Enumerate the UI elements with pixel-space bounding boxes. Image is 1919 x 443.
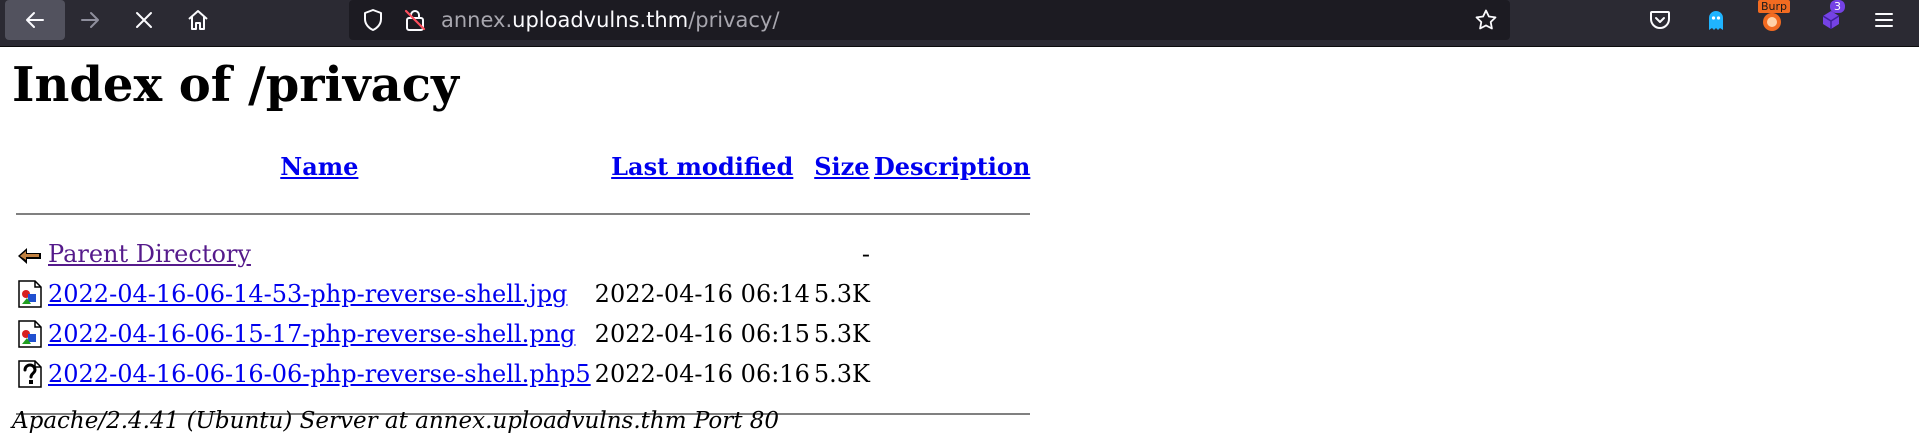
pocket-glyph-icon bbox=[1650, 11, 1670, 29]
file-link[interactable]: 2022-04-16-06-14-53-php-reverse-shell.jp… bbox=[48, 280, 567, 308]
row-modified-cell: 2022-04-16 06:15 bbox=[594, 320, 810, 348]
burp-label: Burp bbox=[1758, 0, 1791, 13]
home-button[interactable] bbox=[168, 0, 228, 40]
sort-by-name-link[interactable]: Name bbox=[280, 152, 358, 181]
sort-by-last-modified-link[interactable]: Last modified bbox=[611, 152, 793, 181]
insecure-lock-icon[interactable] bbox=[403, 8, 427, 32]
menu-lines-icon bbox=[1875, 13, 1893, 27]
stop-loading-button[interactable] bbox=[114, 0, 174, 40]
row-size-cell: - bbox=[861, 240, 870, 268]
back-arrow-icon bbox=[26, 12, 44, 28]
browser-toolbar: annex.uploadvulns.thm/privacy/ Burp 3 bbox=[0, 0, 1919, 47]
header-icon-cell bbox=[16, 152, 44, 192]
row-description-cell bbox=[874, 276, 1030, 312]
separator-row bbox=[16, 196, 1031, 232]
image-file-icon bbox=[18, 280, 42, 308]
row-icon-cell bbox=[16, 276, 44, 312]
bookmark-star-icon[interactable] bbox=[1474, 8, 1498, 32]
url-text[interactable]: annex.uploadvulns.thm/privacy/ bbox=[441, 0, 779, 40]
image-file-icon bbox=[18, 320, 42, 348]
row-size-cell: 5.3K bbox=[813, 280, 870, 308]
address-bar[interactable]: annex.uploadvulns.thm/privacy/ bbox=[349, 0, 1510, 40]
sort-by-description-link[interactable]: Description bbox=[874, 152, 1030, 181]
url-prefix: annex. bbox=[441, 8, 513, 32]
row-name-cell: 2022-04-16-06-14-53-php-reverse-shell.jp… bbox=[48, 276, 591, 312]
directory-listing-table: Name Last modified Size Description Pare… bbox=[12, 148, 1034, 436]
server-signature: Apache/2.4.41 (Ubuntu) Server at annex.u… bbox=[12, 408, 780, 434]
header-last-modified: Last modified bbox=[595, 152, 810, 192]
row-modified-cell: 2022-04-16 06:14 bbox=[594, 280, 810, 308]
ghostery-extension-icon[interactable] bbox=[1700, 4, 1732, 36]
separator-cell bbox=[16, 196, 1031, 232]
row-name-cell: 2022-04-16-06-15-17-php-reverse-shell.pn… bbox=[48, 316, 591, 352]
forward-arrow-icon bbox=[81, 12, 99, 28]
row-description-cell bbox=[874, 356, 1030, 392]
row-description-cell bbox=[874, 236, 1030, 272]
unknown-file-icon bbox=[18, 360, 42, 388]
table-row: 2022-04-16-06-14-53-php-reverse-shell.jp… bbox=[16, 276, 1030, 312]
row-size-cell: 5.3K bbox=[813, 360, 870, 388]
close-icon bbox=[136, 12, 152, 28]
separator-line bbox=[16, 213, 1031, 215]
row-description-cell bbox=[874, 316, 1030, 352]
file-link[interactable]: 2022-04-16-06-16-06-php-reverse-shell.ph… bbox=[48, 360, 591, 388]
row-icon-cell bbox=[16, 236, 44, 272]
parent-directory-link[interactable]: Parent Directory bbox=[48, 240, 251, 268]
home-icon bbox=[188, 10, 208, 30]
extension-badge-count: 3 bbox=[1830, 0, 1845, 13]
header-row: Name Last modified Size Description bbox=[16, 152, 1030, 192]
header-name: Name bbox=[48, 152, 591, 192]
row-name-cell: Parent Directory bbox=[48, 236, 591, 272]
page-title: Index of /privacy bbox=[12, 57, 459, 113]
row-modified-cell bbox=[595, 236, 810, 272]
back-button[interactable] bbox=[5, 0, 65, 40]
forward-button[interactable] bbox=[60, 0, 120, 40]
row-name-cell: 2022-04-16-06-16-06-php-reverse-shell.ph… bbox=[48, 356, 591, 392]
table-row: 2022-04-16-06-15-17-php-reverse-shell.pn… bbox=[16, 316, 1030, 352]
back-arrow-icon bbox=[18, 248, 41, 264]
tracking-protection-shield-icon[interactable] bbox=[361, 8, 385, 32]
table-row: Parent Directory - bbox=[16, 236, 1030, 272]
ghost-icon bbox=[1709, 11, 1723, 30]
hamburger-menu-icon[interactable] bbox=[1868, 4, 1900, 36]
file-link[interactable]: 2022-04-16-06-15-17-php-reverse-shell.pn… bbox=[48, 320, 575, 348]
row-modified-cell: 2022-04-16 06:16 bbox=[594, 360, 810, 388]
row-icon-cell bbox=[16, 316, 44, 352]
header-description: Description bbox=[874, 152, 1030, 192]
header-size: Size bbox=[814, 152, 870, 192]
sort-by-size-link[interactable]: Size bbox=[814, 152, 869, 181]
row-icon-cell bbox=[16, 356, 44, 392]
table-row: 2022-04-16-06-16-06-php-reverse-shell.ph… bbox=[16, 356, 1030, 392]
row-size-cell: 5.3K bbox=[813, 320, 870, 348]
pocket-icon[interactable] bbox=[1644, 4, 1676, 36]
url-domain: uploadvulns.thm bbox=[512, 8, 689, 32]
url-path: /privacy/ bbox=[688, 8, 780, 32]
